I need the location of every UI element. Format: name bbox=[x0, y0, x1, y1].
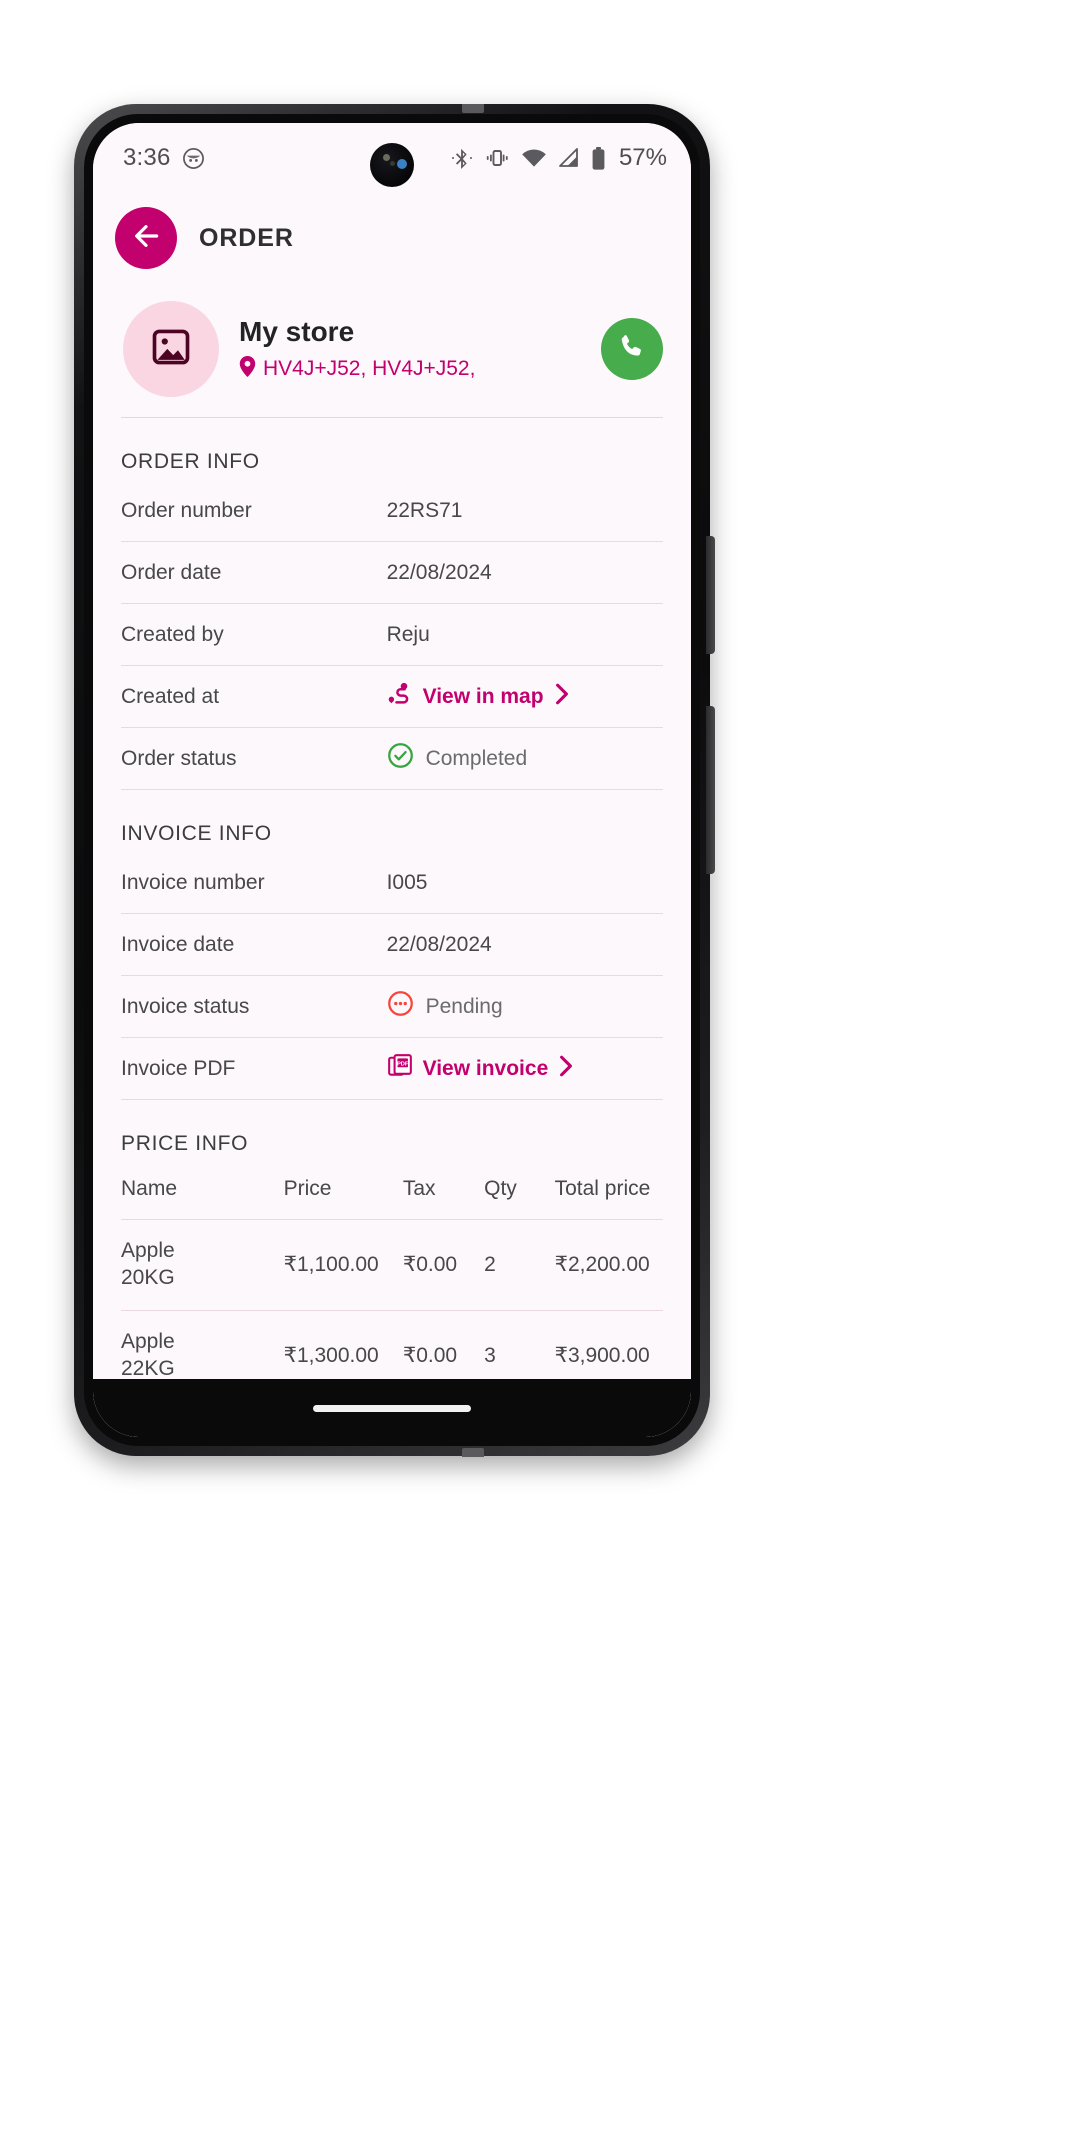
status-badge-invoice: Pending bbox=[387, 990, 503, 1023]
cellular-signal-icon bbox=[558, 148, 580, 168]
view-invoice-label: View invoice bbox=[422, 1056, 549, 1080]
row-value: Reju bbox=[386, 622, 430, 646]
row-label: Invoice PDF bbox=[121, 1056, 236, 1080]
vibrate-icon bbox=[484, 147, 510, 169]
cell-qty: 3 bbox=[484, 1343, 496, 1367]
row-label: Invoice status bbox=[121, 994, 250, 1018]
cell-price: ₹1,100.00 bbox=[283, 1253, 379, 1277]
bluetooth-icon bbox=[451, 146, 473, 170]
cell-price: ₹1,300.00 bbox=[283, 1344, 379, 1367]
status-bar-left: 3:36 bbox=[123, 144, 205, 172]
pending-circle-icon bbox=[387, 990, 414, 1023]
check-circle-icon bbox=[387, 742, 414, 775]
store-address: HV4J+J52, HV4J+J52, bbox=[263, 357, 476, 381]
row-label: Order number bbox=[121, 498, 252, 522]
row-label: Invoice date bbox=[121, 932, 235, 956]
column-header-qty: Qty bbox=[484, 1177, 517, 1201]
row-label: Created at bbox=[121, 684, 220, 708]
row-order-date: Order date 22/08/2024 bbox=[121, 542, 663, 604]
arrow-left-icon bbox=[130, 220, 162, 257]
wifi-icon bbox=[521, 148, 547, 168]
camera-lens-highlight bbox=[383, 154, 390, 161]
phone-icon bbox=[616, 331, 648, 368]
table-header-row: Name Price Tax Qty Total price bbox=[121, 1162, 663, 1220]
row-order-status: Order status Completed bbox=[121, 728, 663, 790]
view-in-map-link[interactable]: View in map bbox=[387, 682, 570, 712]
chevron-right-icon bbox=[558, 1055, 574, 1083]
cell-total: ₹2,200.00 bbox=[554, 1253, 650, 1277]
back-button[interactable] bbox=[115, 207, 177, 269]
row-value: 22/08/2024 bbox=[386, 932, 492, 956]
chevron-right-icon bbox=[554, 683, 570, 711]
image-placeholder-icon bbox=[149, 325, 193, 374]
camera-lens-highlight-2 bbox=[390, 161, 395, 166]
view-in-map-label: View in map bbox=[422, 684, 544, 708]
svg-text:PDF: PDF bbox=[397, 1061, 409, 1067]
section-title-price-info: PRICE INFO bbox=[121, 1132, 249, 1155]
row-value-container: View in map bbox=[387, 682, 663, 712]
battery-percentage: 57% bbox=[618, 144, 667, 171]
row-label: Invoice number bbox=[121, 870, 265, 894]
column-header-name: Name bbox=[121, 1177, 178, 1200]
row-invoice-status: Invoice status Pending bbox=[121, 976, 663, 1038]
invoice-status-label: Pending bbox=[425, 994, 503, 1018]
cell-qty: 2 bbox=[484, 1252, 496, 1276]
row-label: Order date bbox=[121, 560, 222, 584]
section-title-invoice-info: INVOICE INFO bbox=[121, 822, 272, 845]
row-value: I005 bbox=[386, 870, 428, 894]
view-invoice-link[interactable]: PDF View invoice bbox=[387, 1053, 575, 1085]
antenna-line-bottom bbox=[462, 1448, 484, 1457]
status-bar-clock: 3:36 bbox=[123, 144, 171, 171]
order-status-label: Completed bbox=[425, 746, 528, 770]
system-navigation-bar bbox=[93, 1379, 691, 1437]
volume-button[interactable] bbox=[706, 706, 715, 874]
row-invoice-pdf: Invoice PDF PDF View invoice bbox=[121, 1038, 663, 1100]
map-route-icon bbox=[387, 682, 413, 712]
table-row: Apple 20KG ₹1,100.00 ₹0.00 2 ₹2,200.00 bbox=[121, 1220, 663, 1311]
order-detail-content: ORDER INFO Order number 22RS71 Order dat… bbox=[93, 417, 691, 1437]
location-pin-icon bbox=[239, 355, 256, 383]
row-value-container: Completed bbox=[387, 742, 663, 775]
cell-total: ₹3,900.00 bbox=[554, 1344, 650, 1367]
row-value: 22RS71 bbox=[386, 498, 463, 522]
call-store-button[interactable] bbox=[601, 318, 663, 380]
cell-name: Apple 20KG bbox=[121, 1238, 175, 1289]
screenshot-canvas: 3:36 57% ORDER My store HV4J+J52, HV4J+J… bbox=[0, 0, 1080, 2145]
pdf-icon: PDF bbox=[387, 1053, 413, 1085]
store-card: My store HV4J+J52, HV4J+J52, bbox=[93, 285, 691, 417]
battery-icon bbox=[591, 146, 606, 170]
row-created-by: Created by Reju bbox=[121, 604, 663, 666]
power-button[interactable] bbox=[706, 536, 715, 654]
home-gesture-pill[interactable] bbox=[313, 1404, 471, 1412]
store-name: My store bbox=[239, 316, 355, 348]
cell-tax: ₹0.00 bbox=[402, 1344, 458, 1367]
cell-name: Apple 22KG bbox=[121, 1329, 175, 1380]
row-label: Order status bbox=[121, 746, 237, 770]
page-title: ORDER bbox=[199, 223, 294, 252]
phone-screen: 3:36 57% ORDER My store HV4J+J52, HV4J+J… bbox=[93, 123, 691, 1437]
status-badge-order: Completed bbox=[387, 742, 528, 775]
row-invoice-date: Invoice date 22/08/2024 bbox=[121, 914, 663, 976]
section-title-order-info: ORDER INFO bbox=[121, 450, 260, 473]
row-value-container: PDF View invoice bbox=[387, 1053, 663, 1085]
row-created-at: Created at View in map bbox=[121, 666, 663, 728]
notification-icon bbox=[182, 147, 205, 170]
column-header-total: Total price bbox=[554, 1177, 651, 1201]
avatar bbox=[123, 301, 219, 397]
row-invoice-number: Invoice number I005 bbox=[121, 852, 663, 914]
column-header-tax: Tax bbox=[402, 1177, 436, 1201]
row-value-container: Pending bbox=[387, 990, 663, 1023]
row-value: 22/08/2024 bbox=[386, 560, 492, 584]
row-label: Created by bbox=[121, 622, 224, 646]
cell-tax: ₹0.00 bbox=[402, 1253, 458, 1277]
camera-lens-highlight-3 bbox=[397, 159, 407, 169]
price-table: Name Price Tax Qty Total price Apple 20KG… bbox=[121, 1162, 663, 1402]
antenna-line-top bbox=[462, 104, 484, 113]
column-header-price: Price bbox=[283, 1177, 332, 1201]
row-order-number: Order number 22RS71 bbox=[121, 480, 663, 542]
store-address-row[interactable]: HV4J+J52, HV4J+J52, bbox=[239, 355, 581, 383]
app-bar: ORDER bbox=[93, 193, 691, 285]
store-meta: My store HV4J+J52, HV4J+J52, bbox=[239, 315, 581, 383]
status-bar-right: 57% bbox=[451, 144, 667, 172]
